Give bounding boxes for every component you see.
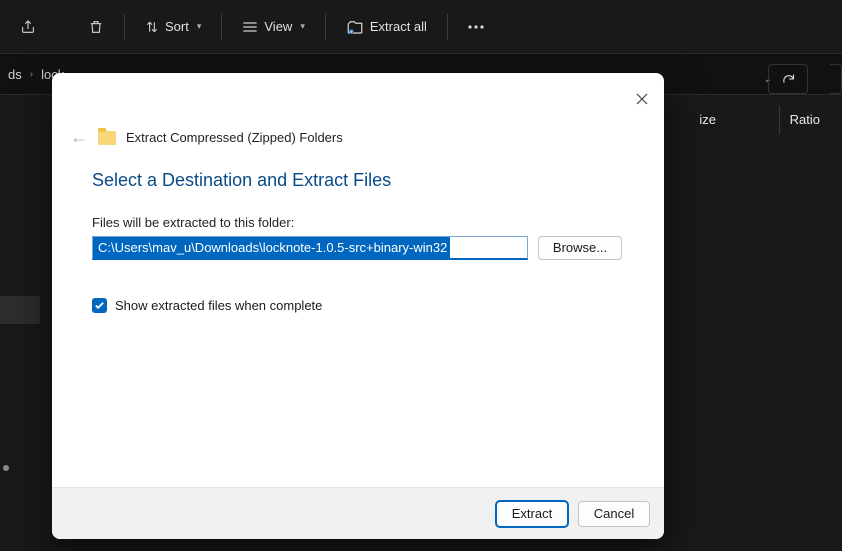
list-row-highlight	[0, 296, 40, 324]
sort-label: Sort	[165, 19, 189, 34]
destination-folder-value: C:\Users\mav_u\Downloads\locknote-1.0.5-…	[93, 237, 450, 258]
cancel-button[interactable]: Cancel	[578, 501, 650, 527]
close-button[interactable]	[632, 89, 652, 109]
show-extracted-checkbox[interactable]	[92, 298, 107, 313]
show-extracted-label: Show extracted files when complete	[115, 298, 322, 313]
search-box-stub[interactable]	[830, 64, 842, 94]
dialog-title: Extract Compressed (Zipped) Folders	[126, 130, 343, 145]
back-button[interactable]: ←	[70, 127, 88, 148]
column-divider	[779, 106, 780, 134]
dialog-header: ← Extract Compressed (Zipped) Folders	[52, 73, 664, 158]
column-size[interactable]: ize	[699, 112, 716, 127]
share-button[interactable]	[10, 13, 46, 41]
extract-dialog: ← Extract Compressed (Zipped) Folders Se…	[52, 73, 664, 539]
chevron-down-icon: ▾	[197, 21, 202, 32]
status-dot	[3, 465, 9, 471]
dialog-body: Select a Destination and Extract Files F…	[52, 158, 664, 487]
chevron-down-icon: ▾	[300, 21, 305, 32]
extract-button[interactable]: Extract	[496, 501, 568, 527]
extract-all-button[interactable]: Extract all	[336, 13, 437, 41]
divider	[124, 14, 125, 40]
delete-button[interactable]	[78, 12, 114, 42]
column-ratio[interactable]: Ratio	[790, 112, 820, 127]
more-button[interactable]	[458, 19, 494, 35]
folder-label: Files will be extracted to this folder:	[92, 215, 624, 230]
browse-button[interactable]: Browse...	[538, 236, 622, 260]
dialog-footer: Extract Cancel	[52, 487, 664, 539]
zip-folder-icon	[98, 131, 116, 145]
extract-all-label: Extract all	[370, 19, 427, 34]
destination-folder-input[interactable]: C:\Users\mav_u\Downloads\locknote-1.0.5-…	[92, 236, 528, 260]
view-button[interactable]: View ▾	[232, 13, 314, 40]
view-label: View	[264, 19, 292, 34]
breadcrumb-seg: ds	[8, 67, 22, 82]
dialog-headline: Select a Destination and Extract Files	[92, 170, 624, 191]
refresh-button[interactable]	[768, 64, 808, 94]
divider	[221, 14, 222, 40]
divider	[447, 14, 448, 40]
toolbar: Sort ▾ View ▾ Extract all	[0, 0, 842, 53]
sort-button[interactable]: Sort ▾	[135, 13, 211, 40]
divider	[325, 14, 326, 40]
chevron-right-icon: ›	[30, 69, 33, 80]
